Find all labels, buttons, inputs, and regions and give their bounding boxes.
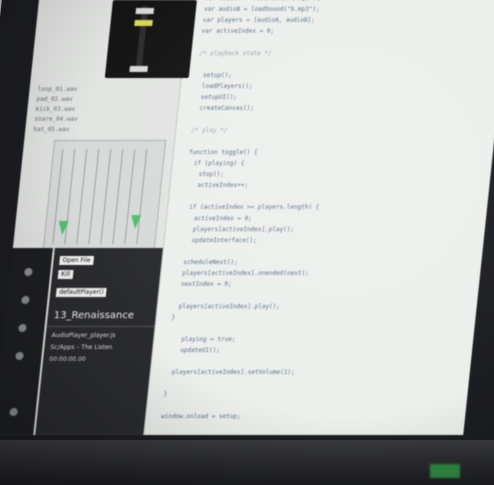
green-indicator	[430, 464, 460, 478]
grid-column	[76, 149, 88, 244]
code-line: setupUI();	[200, 94, 238, 101]
code-line: players[activeIndex].setVolume(1);	[171, 369, 295, 376]
track-title: 13_Renaissance	[53, 310, 135, 321]
kill-chip[interactable]: Kill	[57, 270, 74, 279]
sequencer-grid[interactable]	[42, 140, 167, 252]
slider-knob-active[interactable]	[134, 20, 153, 26]
sidebar-icon[interactable]	[9, 408, 19, 416]
code-line: players[activeIndex].play();	[192, 226, 295, 233]
laptop-screen: loop_01.wav pad_02.wav kick_03.wav snare…	[0, 0, 494, 435]
sidebar-icon[interactable]	[18, 324, 27, 332]
sidebar-icon[interactable]	[20, 296, 30, 304]
laptop-base	[0, 440, 494, 485]
code-line: var activeIndex = 0;	[201, 28, 275, 35]
code-line: var audioA = loadSound("a.mp3");	[205, 0, 322, 4]
grid-column	[112, 149, 124, 244]
code-line: window.onload = setup;	[160, 413, 242, 420]
code-line: createCanvas();	[199, 105, 255, 112]
slider-knob[interactable]	[135, 8, 155, 14]
code-line: updateInterface();	[191, 237, 258, 244]
code-line: /* play */	[190, 127, 228, 134]
code-line: }	[163, 391, 168, 398]
code-line: if (activeIndex >= players.length) {	[188, 204, 320, 211]
track-meta: Sc/Apps – The Listen	[50, 344, 113, 351]
function-chip[interactable]: defaultPlayer()	[55, 288, 108, 297]
code-line: activeIndex++;	[197, 182, 249, 189]
code-line: activeIndex = 0;	[193, 215, 253, 222]
player-card: Open File Kill defaultPlayer() 13_Renais…	[35, 248, 163, 435]
code-line: loadPlayers();	[201, 83, 253, 90]
code-line: updateUI();	[179, 347, 221, 354]
file-item[interactable]: hat_05.wav	[33, 126, 70, 133]
code-line: var audioB = loadSound("b.mp3");	[203, 6, 320, 13]
volume-slider[interactable]	[129, 6, 155, 72]
code-line: var players = [audioA, audioB];	[202, 17, 316, 24]
code-line: stop();	[198, 171, 225, 178]
code-line: if (playing) {	[193, 160, 245, 167]
code-line: players[activeIndex].onended(next);	[181, 270, 310, 277]
code-line: playing = true;	[180, 336, 236, 343]
grid-column	[124, 149, 136, 244]
code-line: /* playback state */	[198, 50, 272, 57]
code-line: scheduleNext();	[182, 259, 238, 266]
green-arrow-icon	[129, 215, 142, 229]
grid-column	[88, 149, 100, 244]
code-line: }	[171, 314, 176, 321]
file-item[interactable]: snare_04.wav	[34, 116, 78, 123]
file-item[interactable]: loop_01.wav	[37, 86, 77, 93]
code-line: setup();	[202, 72, 233, 79]
track-time: 00:00:00.00	[48, 356, 87, 363]
sidebar-icon[interactable]	[15, 352, 24, 360]
sidebar-icon[interactable]	[23, 268, 33, 276]
audio-mixer-widget[interactable]	[104, 0, 197, 78]
code-line: players[activeIndex].play();	[178, 303, 281, 310]
slider-knob[interactable]	[129, 66, 149, 72]
open-file-chip[interactable]: Open File	[59, 256, 95, 265]
code-editor[interactable]: var audioA = loadSound("a.mp3"); var audi…	[149, 0, 494, 435]
code-line: nextIndex = 0;	[180, 281, 232, 288]
file-item[interactable]: kick_03.wav	[35, 106, 75, 113]
grid-column	[100, 149, 112, 244]
divider	[46, 326, 155, 327]
green-arrow-icon	[57, 221, 69, 235]
photo-scene: loop_01.wav pad_02.wav kick_03.wav snare…	[0, 0, 494, 485]
grid-column	[136, 149, 148, 244]
track-meta: AudioPlayer_player.js	[51, 332, 116, 339]
code-line: function toggle() {	[188, 149, 258, 156]
file-item[interactable]: pad_02.wav	[36, 96, 73, 103]
